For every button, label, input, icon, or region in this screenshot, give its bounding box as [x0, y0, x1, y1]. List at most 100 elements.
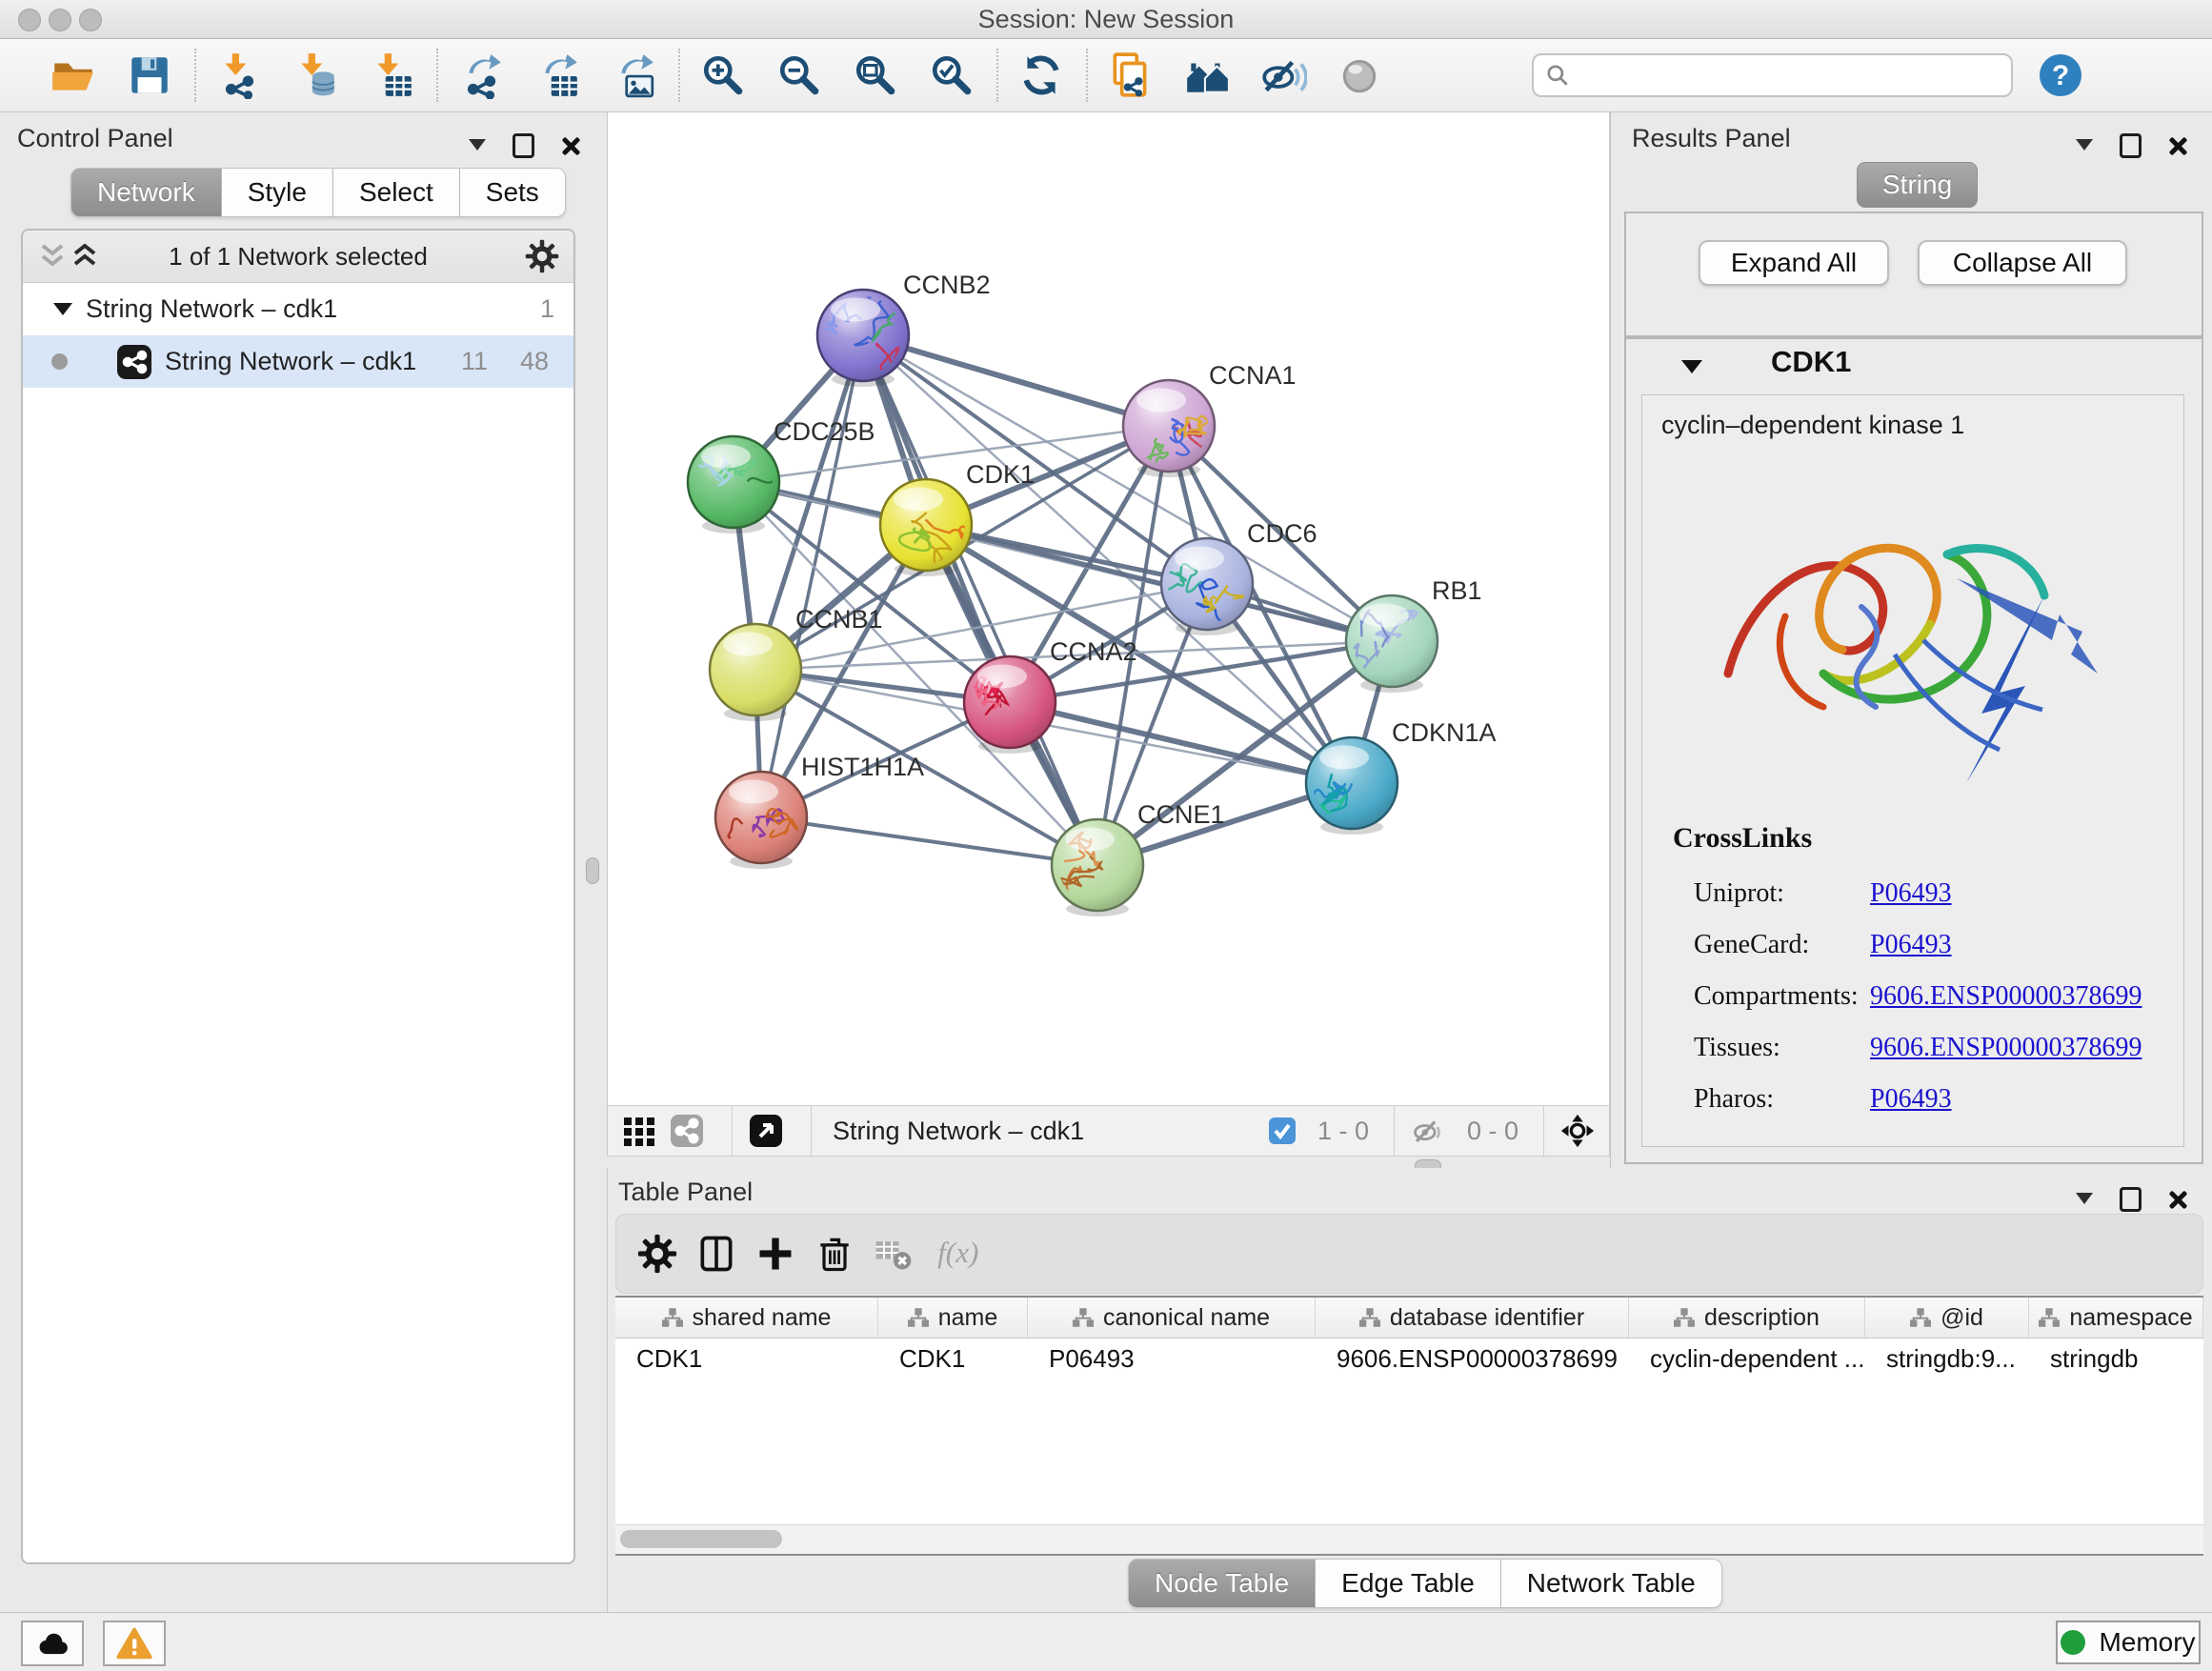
selected-checkbox-icon[interactable] [1268, 1117, 1297, 1145]
control-panel-close-icon[interactable] [561, 136, 580, 155]
zoom-selected-icon[interactable] [926, 50, 977, 101]
open-session-icon[interactable] [48, 50, 99, 101]
tab-network[interactable]: Network [70, 168, 222, 217]
node-CCNB1[interactable] [710, 624, 801, 721]
birds-eye-view-icon[interactable] [748, 1113, 784, 1149]
crosslink-link[interactable]: P06493 [1870, 878, 1952, 909]
cell-description[interactable]: cyclin-dependent ... [1629, 1339, 1865, 1379]
results-panel: Results Panel String Expand All Collapse… [1610, 112, 2212, 1168]
tab-style[interactable]: Style [222, 168, 333, 217]
network-view-icon[interactable] [669, 1113, 705, 1149]
import-network-database-icon[interactable] [290, 50, 341, 101]
cloud-status-button[interactable] [21, 1621, 84, 1666]
zoom-out-icon[interactable] [774, 50, 825, 101]
edge-HIST1H1A-CCNE1[interactable] [761, 817, 1097, 865]
collapse-all-button[interactable]: Collapse All [1918, 240, 2127, 286]
column-header-description[interactable]: description [1629, 1298, 1865, 1338]
crosslink-link[interactable]: P06493 [1870, 930, 1952, 960]
warnings-button[interactable] [103, 1621, 166, 1666]
cell-canonical-name[interactable]: P06493 [1028, 1339, 1316, 1379]
tree-expander-icon[interactable] [53, 303, 72, 325]
table-options-gear-icon[interactable] [635, 1232, 679, 1276]
zoom-in-icon[interactable] [697, 50, 749, 101]
memory-button[interactable]: Memory [2056, 1621, 2201, 1664]
save-session-icon[interactable] [124, 50, 175, 101]
node-CDKN1A[interactable] [1306, 737, 1398, 835]
zoom-fit-icon[interactable] [850, 50, 901, 101]
import-table-file-icon[interactable] [366, 50, 417, 101]
network-tree-row[interactable]: String Network – cdk11148 [23, 335, 573, 388]
search-input[interactable] [1578, 60, 2000, 91]
results-panel-float-icon[interactable] [2120, 133, 2142, 158]
column-header-database-identifier[interactable]: database identifier [1316, 1298, 1629, 1338]
edge-CCNB2-HIST1H1A[interactable] [761, 335, 863, 817]
cell-name[interactable]: CDK1 [878, 1339, 1028, 1379]
results-panel-close-icon[interactable] [2168, 136, 2187, 155]
crosslink-row: Uniprot:P06493 [1673, 868, 2142, 919]
network-tree-row[interactable]: String Network – cdk11 [23, 283, 573, 335]
node-CDC25B[interactable] [688, 436, 805, 534]
results-panel-menu-icon[interactable] [2076, 139, 2093, 159]
help-icon[interactable]: ? [2038, 52, 2083, 98]
column-header-namespace[interactable]: namespace [2029, 1298, 2203, 1338]
node-CCNA1[interactable] [1123, 380, 1215, 480]
tab-string[interactable]: String [1857, 162, 1978, 208]
control-panel-float-icon[interactable] [513, 133, 534, 158]
expand-all-button[interactable]: Expand All [1699, 240, 1889, 286]
column-header-name[interactable]: name [878, 1298, 1028, 1338]
network-edges[interactable] [734, 335, 1392, 865]
node-CDK1[interactable] [880, 479, 994, 576]
node-HIST1H1A[interactable] [702, 772, 807, 869]
table-panel-float-icon[interactable] [2120, 1187, 2142, 1212]
show-columns-icon[interactable] [694, 1232, 738, 1276]
table-header-row: shared namenamecanonical namedatabase id… [615, 1298, 2203, 1339]
export-image-icon[interactable] [608, 50, 659, 101]
table-toolbar: f(x) [615, 1214, 2203, 1294]
results-panel-title: Results Panel [1632, 124, 1791, 153]
cell-shared-name[interactable]: CDK1 [615, 1339, 878, 1379]
table-horizontal-scrollbar[interactable] [615, 1524, 2203, 1556]
cell-database-identifier[interactable]: 9606.ENSP00000378699 [1316, 1339, 1629, 1379]
network-nodes[interactable] [688, 279, 1438, 916]
section-expander-icon[interactable] [1681, 360, 1702, 384]
left-splitter-handle[interactable] [586, 857, 599, 884]
edge-CCNB2-CCNA1[interactable] [863, 335, 1169, 426]
crosslink-link[interactable]: 9606.ENSP00000378699 [1870, 981, 2142, 1012]
scrollbar-thumb[interactable] [620, 1530, 782, 1548]
fit-selected-crosshair-icon[interactable] [1559, 1113, 1596, 1149]
delete-column-trash-icon[interactable] [813, 1232, 856, 1276]
show-all-icon[interactable] [1334, 50, 1385, 101]
node-CCNE1[interactable] [1049, 819, 1143, 916]
node-RB1[interactable] [1339, 595, 1438, 693]
network-canvas[interactable]: CCNB2CCNA1CDC25BCDK1CDC6RB1CCNB1CCNA2CDK… [607, 112, 1610, 1105]
tab-sets[interactable]: Sets [460, 168, 566, 217]
first-neighbors-icon[interactable] [1181, 50, 1233, 101]
export-network-icon[interactable] [455, 50, 507, 101]
node-gloss [1065, 828, 1115, 852]
edge-CCNB2-CCNE1[interactable] [863, 335, 1097, 865]
add-column-icon[interactable] [754, 1232, 797, 1276]
memory-status-dot [2061, 1630, 2085, 1655]
tab-select[interactable]: Select [333, 168, 460, 217]
table-panel-close-icon[interactable] [2168, 1190, 2187, 1209]
tab-node-table[interactable]: Node Table [1128, 1559, 1316, 1608]
crosslink-link[interactable]: P06493 [1870, 1084, 1952, 1115]
table-panel-menu-icon[interactable] [2076, 1193, 2093, 1213]
search-input-container[interactable] [1532, 53, 2013, 97]
column-header-canonical-name[interactable]: canonical name [1028, 1298, 1316, 1338]
control-panel-menu-icon[interactable] [469, 139, 486, 159]
tab-network-table[interactable]: Network Table [1501, 1559, 1722, 1608]
column-header--id[interactable]: @id [1865, 1298, 2029, 1338]
hide-selected-icon[interactable] [1257, 50, 1309, 101]
tab-edge-table[interactable]: Edge Table [1316, 1559, 1501, 1608]
apply-preferred-layout-icon[interactable] [1016, 50, 1067, 101]
network-graph[interactable]: CCNB2CCNA1CDC25BCDK1CDC6RB1CCNB1CCNA2CDK… [608, 112, 1611, 1105]
column-header-shared-name[interactable]: shared name [615, 1298, 878, 1338]
cell-namespace[interactable]: stringdb [2029, 1339, 2203, 1379]
new-network-from-selection-icon[interactable] [1105, 50, 1156, 101]
import-network-file-icon[interactable] [213, 50, 265, 101]
grid-view-icon[interactable] [621, 1113, 657, 1149]
crosslink-link[interactable]: 9606.ENSP00000378699 [1870, 1033, 2142, 1063]
export-table-icon[interactable] [532, 50, 583, 101]
cell--id[interactable]: stringdb:9... [1865, 1339, 2029, 1379]
